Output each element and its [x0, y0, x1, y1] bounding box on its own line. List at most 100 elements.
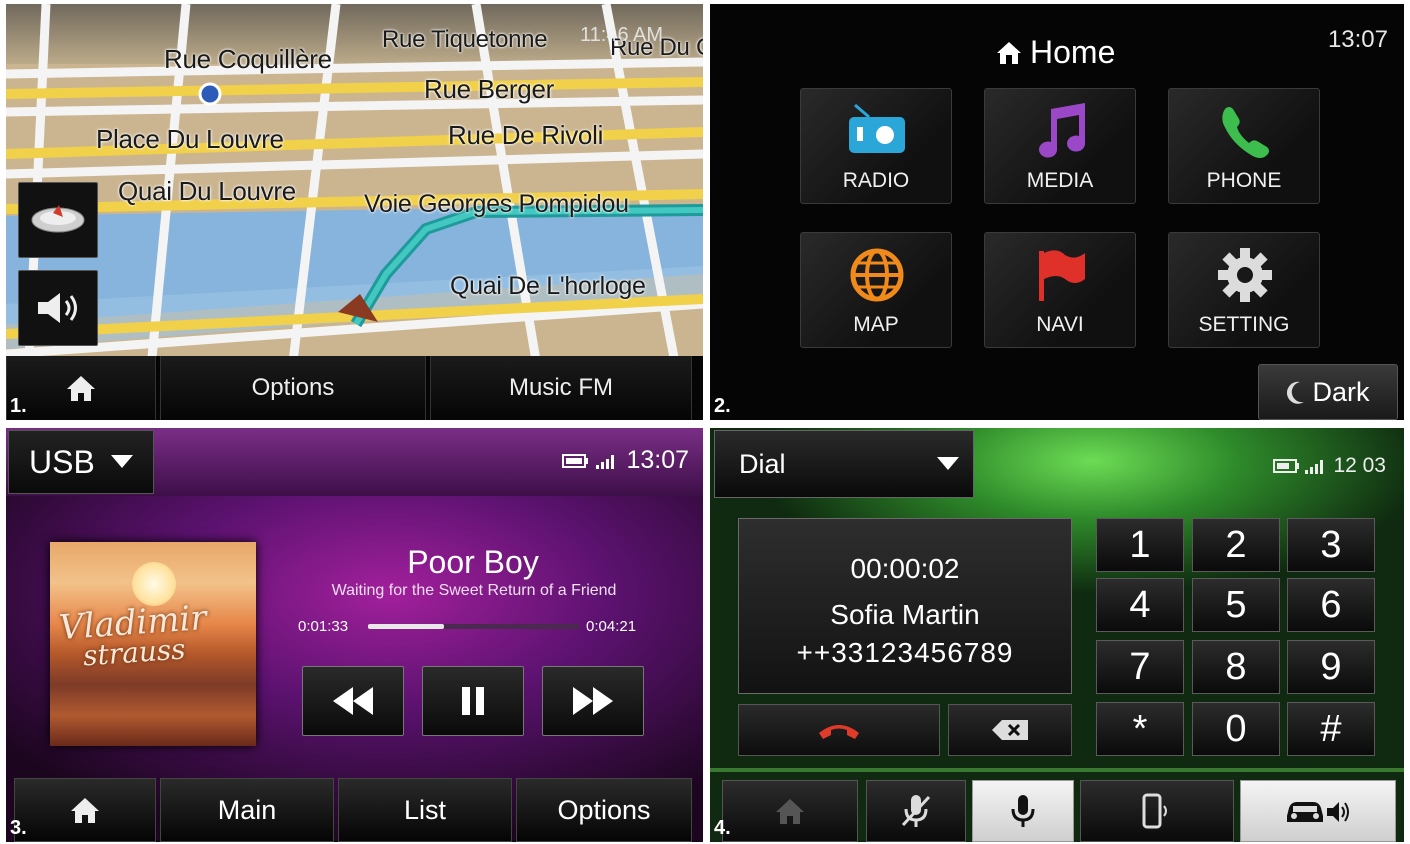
clock: 13:07 — [1327, 26, 1388, 53]
panel-number: 4. — [714, 817, 731, 839]
home-icon — [67, 376, 95, 401]
compass-icon — [31, 205, 85, 233]
key-4[interactable]: 4 — [1096, 578, 1184, 632]
key-5[interactable]: 5 — [1192, 578, 1280, 632]
volume-icon — [38, 293, 77, 323]
moon-icon — [1287, 381, 1305, 404]
key-hash[interactable]: # — [1287, 702, 1375, 756]
panel-number: 1. — [10, 395, 27, 417]
setting-tile[interactable]: SETTING — [1168, 232, 1320, 348]
dark-mode-button[interactable]: Dark — [1258, 364, 1398, 420]
fast-forward-icon — [573, 687, 613, 715]
key-star[interactable]: * — [1096, 702, 1184, 756]
call-info: 00:00:02 Sofia Martin ++33123456789 — [738, 518, 1072, 694]
mic-button[interactable] — [972, 780, 1074, 842]
song-title: Poor Boy — [407, 544, 539, 580]
source-dropdown[interactable]: USB — [8, 430, 154, 494]
dark-label: Dark — [1312, 376, 1370, 407]
panel-number: 2. — [714, 395, 731, 417]
home-icon — [776, 799, 804, 824]
tile-label: RADIO — [842, 169, 910, 192]
navigation-panel: Rue Coquillère Rue Tiquetonne Rue Du C 1… — [6, 4, 703, 420]
signal-icon — [596, 454, 615, 469]
mic-icon — [1011, 795, 1035, 827]
radio-tile[interactable]: RADIO — [800, 88, 952, 204]
status-area: 13:07 — [562, 446, 689, 475]
phone-speaker-icon — [1142, 793, 1167, 829]
street-label: Rue Tiquetonne — [382, 26, 548, 53]
home-title-text: Home — [1030, 34, 1116, 70]
car-speaker-icon — [1287, 802, 1349, 822]
car-audio-button[interactable] — [1240, 780, 1396, 842]
mic-off-icon — [901, 795, 931, 827]
battery-icon — [1273, 459, 1300, 473]
mode-dropdown[interactable]: Dial — [714, 430, 974, 498]
home-button[interactable] — [14, 778, 156, 842]
album-art-text: Vladimir strauss — [57, 597, 208, 673]
progress-fill — [368, 624, 445, 629]
rewind-icon — [333, 687, 373, 715]
album-art: Vladimir strauss — [50, 542, 256, 746]
navi-tile[interactable]: NAVI — [984, 232, 1136, 348]
street-label: Place Du Louvre — [96, 124, 284, 154]
clock: 11:46 AM — [580, 24, 664, 46]
key-3[interactable]: 3 — [1287, 518, 1375, 572]
main-button[interactable]: Main — [160, 778, 334, 842]
rewind-button[interactable] — [302, 666, 404, 736]
radio-icon — [849, 103, 905, 153]
caller-number: ++33123456789 — [796, 637, 1014, 668]
home-button[interactable] — [6, 356, 156, 420]
phone-tile[interactable]: PHONE — [1168, 88, 1320, 204]
globe-icon — [850, 248, 904, 302]
pause-button[interactable] — [422, 666, 524, 736]
phone-panel: Dial 12 03 00:00:02 Sofia Martin ++33123… — [710, 428, 1404, 842]
backspace-button[interactable] — [948, 704, 1072, 756]
home-button[interactable] — [722, 780, 858, 842]
status-area: 12 03 — [1273, 454, 1386, 478]
list-button[interactable]: List — [338, 778, 512, 842]
gear-icon — [1218, 248, 1272, 302]
album-name: Waiting for the Sweet Return of a Friend — [331, 582, 617, 599]
key-2[interactable]: 2 — [1192, 518, 1280, 572]
forward-button[interactable] — [542, 666, 644, 736]
street-label: Voie Georges Pompidou — [364, 190, 629, 218]
home-panel: Home 13:07 RADIO MEDIA PHONE MAP NAVI SE… — [710, 4, 1404, 420]
chevron-down-icon — [110, 455, 133, 468]
end-call-button[interactable] — [738, 704, 940, 756]
key-1[interactable]: 1 — [1096, 518, 1184, 572]
mute-mic-button[interactable] — [866, 780, 966, 842]
time-total: 0:04:21 — [586, 618, 637, 635]
street-label: Rue De Rivoli — [448, 120, 604, 150]
hang-up-icon — [819, 725, 859, 739]
key-6[interactable]: 6 — [1287, 578, 1375, 632]
volume-button[interactable] — [18, 270, 98, 346]
key-0[interactable]: 0 — [1192, 702, 1280, 756]
options-button[interactable]: Options — [160, 356, 426, 420]
street-label: Rue Coquillère — [164, 44, 332, 74]
compass-button[interactable] — [18, 182, 98, 258]
options-button[interactable]: Options — [516, 778, 692, 842]
tile-label: MAP — [853, 313, 899, 336]
battery-icon — [562, 453, 589, 468]
clock: 13:07 — [626, 446, 689, 474]
tile-label: NAVI — [1036, 313, 1084, 336]
phone-audio-button[interactable] — [1080, 780, 1234, 842]
backspace-icon — [992, 720, 1028, 740]
key-7[interactable]: 7 — [1096, 640, 1184, 694]
call-duration: 00:00:02 — [850, 553, 960, 584]
progress-bar[interactable] — [368, 624, 580, 629]
media-tile[interactable]: MEDIA — [984, 88, 1136, 204]
key-9[interactable]: 9 — [1287, 640, 1375, 694]
tile-label: MEDIA — [1026, 169, 1094, 192]
chevron-down-icon — [937, 457, 959, 470]
map-tile[interactable]: MAP — [800, 232, 952, 348]
mode-label: Dial — [739, 448, 786, 479]
home-icon — [71, 798, 99, 823]
music-note-icon — [1039, 103, 1086, 158]
clock: 12 03 — [1333, 454, 1386, 477]
key-8[interactable]: 8 — [1192, 640, 1280, 694]
home-icon — [997, 41, 1021, 64]
time-current: 0:01:33 — [298, 618, 349, 635]
street-label: Quai De L'horloge — [450, 272, 646, 300]
music-fm-button[interactable]: Music FM — [430, 356, 692, 420]
